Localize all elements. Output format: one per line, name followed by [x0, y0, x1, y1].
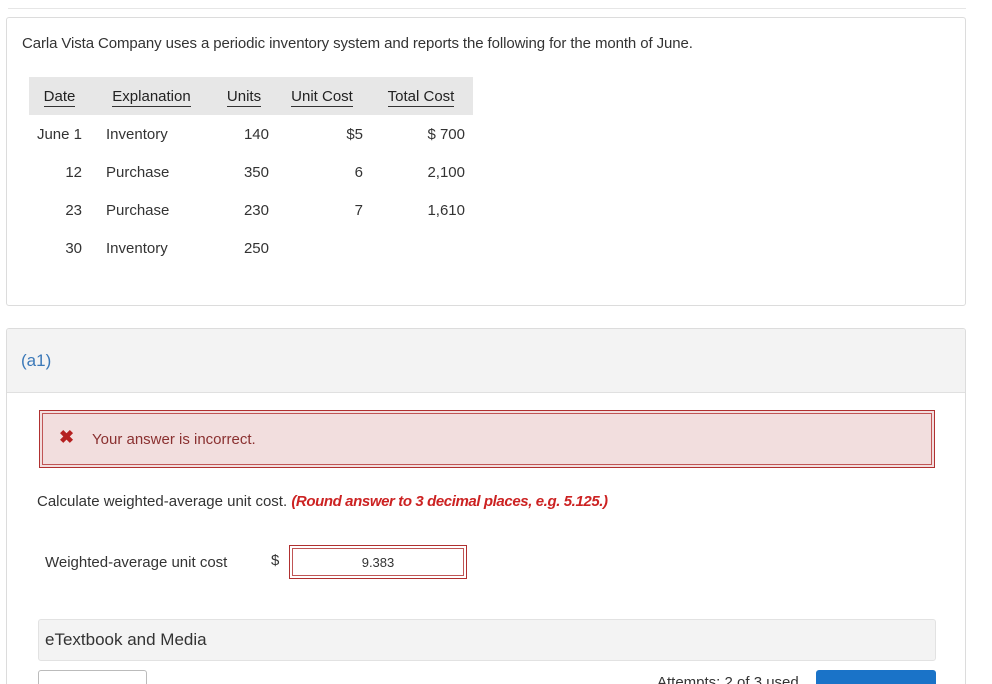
- cell-explanation: Purchase: [106, 201, 170, 219]
- cell-total-cost: [369, 229, 473, 267]
- answer-label: Weighted-average unit cost: [45, 554, 228, 571]
- instruction-main: Calculate weighted-average unit cost.: [37, 493, 288, 510]
- cell-total-cost: 1,610: [427, 201, 465, 219]
- inventory-table: Date Explanation Units Unit Cost Total C…: [29, 77, 473, 267]
- header-unit-cost: Unit Cost: [275, 77, 369, 115]
- cell-unit-cost: 6: [354, 163, 363, 181]
- error-x-icon: ✖: [59, 427, 75, 447]
- currency-symbol: $: [271, 552, 280, 569]
- table-header-row: Date Explanation Units Unit Cost Total C…: [29, 77, 473, 115]
- cell-unit-cost: 7: [354, 201, 363, 219]
- table-row: June 1 Inventory 140 $5 $ 700: [29, 115, 473, 153]
- etextbook-media-panel[interactable]: eTextbook and Media: [38, 619, 936, 661]
- cell-explanation: Inventory: [106, 239, 168, 257]
- attempts-counter: Attempts: 2 of 3 used: [657, 674, 799, 684]
- header-total-cost: Total Cost: [369, 77, 473, 115]
- secondary-button[interactable]: [38, 670, 147, 684]
- cell-total-cost: $ 700: [427, 125, 465, 143]
- cell-unit-cost: $5: [346, 125, 363, 143]
- cell-date: 30: [65, 239, 82, 257]
- part-header: (a1): [7, 329, 965, 393]
- top-divider: [8, 8, 966, 9]
- cell-unit-cost: [275, 229, 369, 267]
- answer-field-wrapper: [289, 545, 467, 579]
- header-date: Date: [29, 77, 90, 115]
- cell-total-cost: 2,100: [427, 163, 465, 181]
- cell-date: June 1: [36, 125, 82, 143]
- cell-units: 350: [243, 163, 269, 181]
- table-row: 12 Purchase 350 6 2,100: [29, 153, 473, 191]
- problem-statement: Carla Vista Company uses a periodic inve…: [22, 35, 693, 52]
- table-row: 30 Inventory 250: [29, 229, 473, 267]
- error-alert: ✖ Your answer is incorrect.: [39, 410, 935, 468]
- header-units: Units: [213, 77, 275, 115]
- part-label: (a1): [21, 351, 52, 370]
- header-explanation: Explanation: [90, 77, 213, 115]
- instruction-text: Calculate weighted-average unit cost. (R…: [37, 493, 608, 510]
- table-row: 23 Purchase 230 7 1,610: [29, 191, 473, 229]
- weighted-average-unit-cost-input[interactable]: [292, 548, 464, 576]
- rounding-hint: (Round answer to 3 decimal places, e.g. …: [291, 493, 608, 510]
- question-part-card: (a1) ✖ Your answer is incorrect. Calcula…: [6, 328, 966, 684]
- submit-button[interactable]: [816, 670, 936, 684]
- etextbook-media-label: eTextbook and Media: [45, 630, 207, 649]
- cell-units: 250: [243, 239, 269, 257]
- cell-date: 23: [65, 201, 82, 219]
- cell-explanation: Inventory: [106, 125, 168, 143]
- cell-explanation: Purchase: [106, 163, 170, 181]
- cell-units: 230: [243, 201, 269, 219]
- error-message: Your answer is incorrect.: [92, 431, 256, 448]
- cell-units: 140: [243, 125, 269, 143]
- cell-date: 12: [65, 163, 82, 181]
- problem-card: Carla Vista Company uses a periodic inve…: [6, 17, 966, 306]
